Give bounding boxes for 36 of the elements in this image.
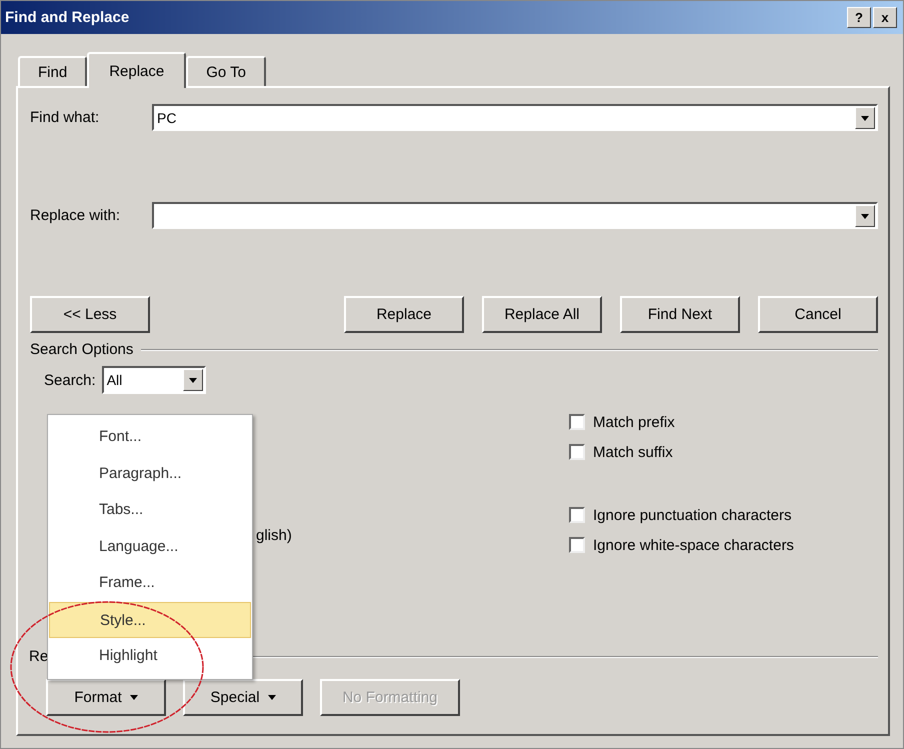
close-button[interactable]: x xyxy=(873,7,897,28)
menu-item[interactable]: Font... xyxy=(49,419,251,456)
option-label: glish) xyxy=(256,527,292,544)
help-button[interactable]: ? xyxy=(847,7,871,28)
menu-item[interactable]: Highlight xyxy=(49,638,251,674)
checkbox-label: Ignore white-space characters xyxy=(593,536,794,554)
search-label: Search: xyxy=(44,372,96,388)
checkbox[interactable] xyxy=(569,507,585,523)
checkbox[interactable] xyxy=(569,444,585,460)
field-label: Replace with: xyxy=(30,207,122,224)
checkbox[interactable] xyxy=(569,414,585,430)
tab[interactable]: Find xyxy=(18,56,88,86)
field-label: Find what: xyxy=(30,109,100,126)
tab[interactable]: Go To xyxy=(186,56,266,86)
group-title: Search Options xyxy=(30,341,134,358)
window-title: Find and Replace xyxy=(5,9,130,26)
find-what-field[interactable]: PC xyxy=(152,104,878,131)
search-dropdown[interactable]: All xyxy=(102,366,206,394)
action-button[interactable]: Find Next xyxy=(620,296,740,333)
menu-item[interactable]: Style... xyxy=(49,602,251,638)
action-button[interactable]: Replace All xyxy=(482,296,602,333)
action-button[interactable]: Replace xyxy=(344,296,464,333)
menu-item[interactable]: Paragraph... xyxy=(49,456,251,492)
group-title: Re xyxy=(29,648,48,665)
less-button[interactable]: << Less xyxy=(30,296,150,333)
tab[interactable]: Replace xyxy=(87,52,186,88)
menu-item[interactable]: Language... xyxy=(49,528,251,565)
checkbox-label: Match suffix xyxy=(593,444,673,460)
menu-item[interactable]: Frame... xyxy=(49,565,251,602)
checkbox[interactable] xyxy=(569,537,585,553)
menu-button[interactable]: Format xyxy=(46,679,166,716)
checkbox-label: Ignore punctuation characters xyxy=(593,506,792,524)
action-button[interactable]: Cancel xyxy=(758,296,878,333)
checkbox-label: Match prefix xyxy=(593,414,675,430)
menu-item[interactable]: Tabs... xyxy=(49,492,251,528)
menu-button[interactable]: Special xyxy=(183,679,303,716)
